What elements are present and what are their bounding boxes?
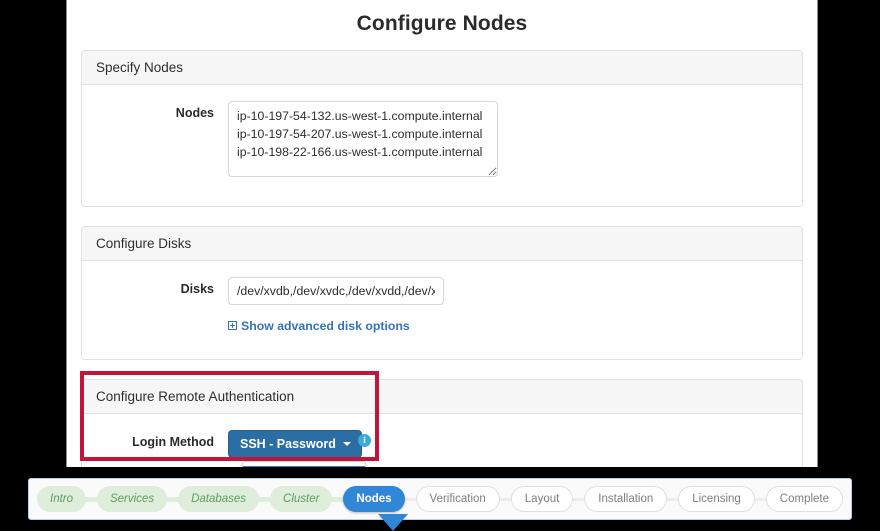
remote-auth-heading: Configure Remote Authentication — [82, 380, 802, 414]
remote-auth-body: Login Method SSH - Password SSH - Passwo… — [82, 414, 802, 467]
nodes-form-row: Nodes — [96, 101, 788, 182]
show-advanced-disk-options-link[interactable]: Show advanced disk options — [228, 319, 410, 333]
login-method-label: Login Method — [132, 435, 214, 449]
nodes-label: Nodes — [175, 106, 214, 120]
login-method-dropdown-button[interactable]: SSH - Password — [228, 430, 362, 458]
remote-auth-card: Configure Remote Authentication Login Me… — [81, 379, 803, 467]
configure-disks-card: Configure Disks Disks Show advanced disk… — [81, 226, 803, 360]
wizard-step-licensing[interactable]: Licensing — [678, 486, 755, 512]
login-method-dropdown: SSH - Password SSH - Password SSH - Priv… — [228, 430, 366, 467]
wizard-step-cluster[interactable]: Cluster — [270, 486, 333, 512]
wizard-step-services[interactable]: Services — [96, 486, 168, 512]
login-method-selected-label: SSH - Password — [240, 437, 336, 451]
disks-control: Show advanced disk options — [228, 277, 788, 335]
specify-nodes-card: Specify Nodes Nodes — [81, 50, 803, 207]
login-method-dropdown-menu: SSH - Password SSH - Private key — [242, 461, 366, 467]
login-method-option-ssh-password[interactable]: SSH - Password — [243, 466, 365, 467]
wizard-step-nodes[interactable]: Nodes — [343, 486, 405, 512]
wizard-step-complete[interactable]: Complete — [765, 486, 844, 512]
login-method-control: SSH - Password SSH - Password SSH - Priv… — [228, 430, 788, 467]
disks-form-row: Disks Show advanced disk options — [96, 277, 788, 335]
nodes-textarea[interactable] — [228, 101, 498, 177]
current-step-pointer-icon — [378, 514, 408, 531]
show-advanced-disk-options-label: Show advanced disk options — [241, 319, 410, 333]
wizard-step-installation[interactable]: Installation — [584, 486, 668, 512]
wizard-step-intro[interactable]: Intro — [37, 486, 87, 512]
configure-nodes-panel: Configure Nodes Specify Nodes Nodes Conf… — [66, 0, 818, 467]
wizard-step-layout[interactable]: Layout — [510, 486, 574, 512]
screenshot-root: Configure Nodes Specify Nodes Nodes Conf… — [0, 0, 880, 531]
configure-disks-body: Disks Show advanced disk options — [82, 261, 802, 359]
wizard-step-verification[interactable]: Verification — [415, 486, 500, 512]
wizard-step-databases[interactable]: Databases — [178, 486, 260, 512]
specify-nodes-body: Nodes — [82, 85, 802, 206]
caret-down-icon — [342, 442, 351, 446]
login-method-form-row: Login Method SSH - Password SSH - Passwo… — [96, 430, 788, 467]
plus-box-icon — [228, 321, 237, 330]
info-circle-icon[interactable]: i — [358, 434, 371, 447]
disks-input[interactable] — [228, 277, 444, 305]
specify-nodes-heading: Specify Nodes — [82, 51, 802, 85]
wizard-step-bar: Intro Services Databases Cluster Nodes V… — [28, 478, 852, 520]
nodes-control — [228, 101, 788, 182]
disks-label: Disks — [180, 282, 214, 296]
configure-disks-heading: Configure Disks — [82, 227, 802, 261]
page-title: Configure Nodes — [356, 12, 528, 35]
